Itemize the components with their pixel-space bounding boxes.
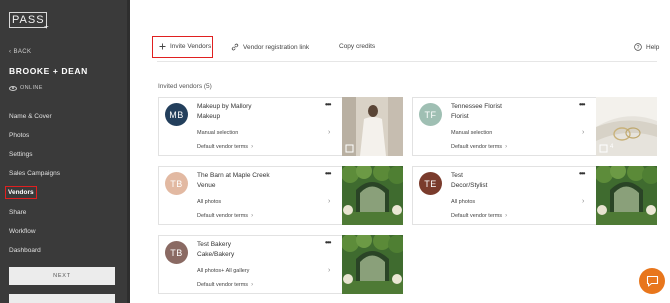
chevron-right-icon: › — [251, 213, 254, 219]
sidebar-item-vendors[interactable]: Vendors — [5, 186, 37, 199]
vendor-registration-link[interactable]: Vendor registration link — [231, 43, 309, 51]
sidebar: PASS + ‹ BACK BROOKE + DEAN ONLINE Name … — [0, 0, 130, 303]
sidebar-item-sales-campaigns[interactable]: Sales Campaigns — [9, 170, 60, 177]
garden-photo — [342, 166, 403, 225]
more-dots-icon[interactable]: ••• — [579, 100, 585, 109]
chevron-right-icon[interactable]: › — [582, 129, 584, 136]
chevron-right-icon[interactable]: › — [328, 198, 330, 205]
vendor-name: Tennessee Florist — [451, 103, 502, 110]
vendor-terms-label: Default vendor terms — [197, 282, 249, 288]
photo-selection[interactable]: Manual selection — [451, 130, 492, 136]
help-circle-icon: ? — [634, 43, 642, 51]
chevron-right-icon: › — [251, 282, 254, 288]
chat-button[interactable] — [639, 268, 665, 294]
toolbar-divider — [157, 61, 657, 62]
more-dots-icon[interactable]: ••• — [325, 100, 331, 109]
vendor-photo-thumbnail[interactable] — [342, 97, 403, 156]
help-button[interactable]: ? Help — [634, 43, 659, 51]
logo-plus-mark: + — [44, 22, 49, 31]
event-name: BROOKE + DEAN — [9, 66, 88, 76]
vendor-terms[interactable]: Default vendor terms › — [197, 282, 253, 288]
chat-icon — [646, 275, 658, 287]
back-link[interactable]: ‹ BACK — [9, 49, 31, 55]
vendor-photo-thumbnail[interactable] — [342, 166, 403, 225]
vendor-category: Venue — [197, 182, 216, 189]
chevron-right-icon: › — [505, 213, 508, 219]
vendor-category: Cake/Bakery — [197, 251, 235, 258]
avatar: MB — [165, 103, 188, 126]
sidebar-divider — [127, 0, 130, 303]
vendor-photo-thumbnail[interactable]: 4 — [596, 97, 657, 156]
rings-photo — [596, 97, 657, 156]
garden-photo — [342, 235, 403, 294]
avatar: TF — [419, 103, 442, 126]
vendor-card[interactable]: MB Makeup by Mallory Makeup ••• Manual s… — [158, 97, 403, 156]
avatar: TB — [165, 241, 188, 264]
status-label: ONLINE — [20, 85, 43, 91]
vendor-name: Makeup by Mallory — [197, 103, 252, 110]
vendor-terms-label: Default vendor terms — [197, 144, 249, 150]
copy-credits-label: Copy credits — [339, 43, 376, 50]
vendor-terms[interactable]: Default vendor terms › — [451, 213, 507, 219]
sidebar-item-photos[interactable]: Photos — [9, 132, 29, 139]
eye-icon — [9, 85, 17, 91]
invited-vendors-heading: Invited vendors (5) — [158, 83, 212, 90]
vendor-name: Test Bakery — [197, 241, 231, 248]
chevron-right-icon: › — [505, 144, 508, 150]
vendor-card[interactable]: TB The Barn at Maple Creek Venue ••• All… — [158, 166, 403, 225]
photo-selection[interactable]: All photos+ All gallery — [197, 268, 249, 274]
more-dots-icon[interactable]: ••• — [325, 238, 331, 247]
vendor-terms[interactable]: Default vendor terms › — [197, 144, 253, 150]
vendor-terms-label: Default vendor terms — [451, 213, 503, 219]
vendor-terms[interactable]: Default vendor terms › — [451, 144, 507, 150]
link-icon — [231, 43, 239, 51]
photo-selection[interactable]: All photos — [197, 199, 221, 205]
chevron-right-icon[interactable]: › — [328, 267, 330, 274]
sidebar-item-name-cover[interactable]: Name & Cover — [9, 113, 52, 120]
secondary-button[interactable] — [9, 294, 115, 303]
avatar: TB — [165, 172, 188, 195]
bride-photo — [342, 97, 403, 156]
chevron-right-icon[interactable]: › — [582, 198, 584, 205]
invite-vendors-button[interactable]: Invite Vendors — [159, 43, 211, 50]
vendor-card[interactable]: TE Test Decor/Stylist ••• All photos › D… — [412, 166, 657, 225]
vendor-terms-label: Default vendor terms — [451, 144, 503, 150]
vendor-name: The Barn at Maple Creek — [197, 172, 270, 179]
vendor-terms-label: Default vendor terms — [197, 213, 249, 219]
more-dots-icon[interactable]: ••• — [325, 169, 331, 178]
invite-vendors-label: Invite Vendors — [170, 43, 212, 50]
sidebar-item-settings[interactable]: Settings — [9, 151, 33, 158]
photo-selection[interactable]: All photos — [451, 199, 475, 205]
vendor-category: Decor/Stylist — [451, 182, 488, 189]
vendor-category: Makeup — [197, 113, 221, 120]
photo-count: 4 — [610, 144, 614, 150]
vendor-card[interactable]: TB Test Bakery Cake/Bakery ••• All photo… — [158, 235, 403, 294]
pass-logo[interactable]: PASS — [9, 12, 47, 28]
chevron-right-icon: › — [251, 144, 254, 150]
vendor-terms[interactable]: Default vendor terms › — [197, 213, 253, 219]
avatar: TE — [419, 172, 442, 195]
sidebar-item-dashboard[interactable]: Dashboard — [9, 247, 41, 254]
vendor-card[interactable]: TF Tennessee Florist Florist ••• Manual … — [412, 97, 657, 156]
help-label: Help — [646, 43, 660, 51]
vendor-photo-thumbnail[interactable] — [596, 166, 657, 225]
more-dots-icon[interactable]: ••• — [579, 169, 585, 178]
event-status: ONLINE — [9, 85, 43, 91]
plus-icon — [159, 43, 166, 50]
vendor-category: Florist — [451, 113, 469, 120]
garden-photo — [596, 166, 657, 225]
chevron-right-icon[interactable]: › — [328, 129, 330, 136]
back-label: BACK — [13, 49, 32, 55]
sidebar-item-workflow[interactable]: Workflow — [9, 228, 36, 235]
svg-text:?: ? — [637, 45, 640, 51]
copy-credits-button[interactable]: Copy credits — [339, 43, 375, 50]
photo-selection[interactable]: Manual selection — [197, 130, 238, 136]
vendor-registration-label: Vendor registration link — [243, 43, 310, 51]
sidebar-item-share[interactable]: Share — [9, 209, 26, 216]
vendor-photo-thumbnail[interactable] — [342, 235, 403, 294]
vendor-name: Test — [451, 172, 463, 179]
next-button[interactable]: NEXT — [9, 267, 115, 285]
